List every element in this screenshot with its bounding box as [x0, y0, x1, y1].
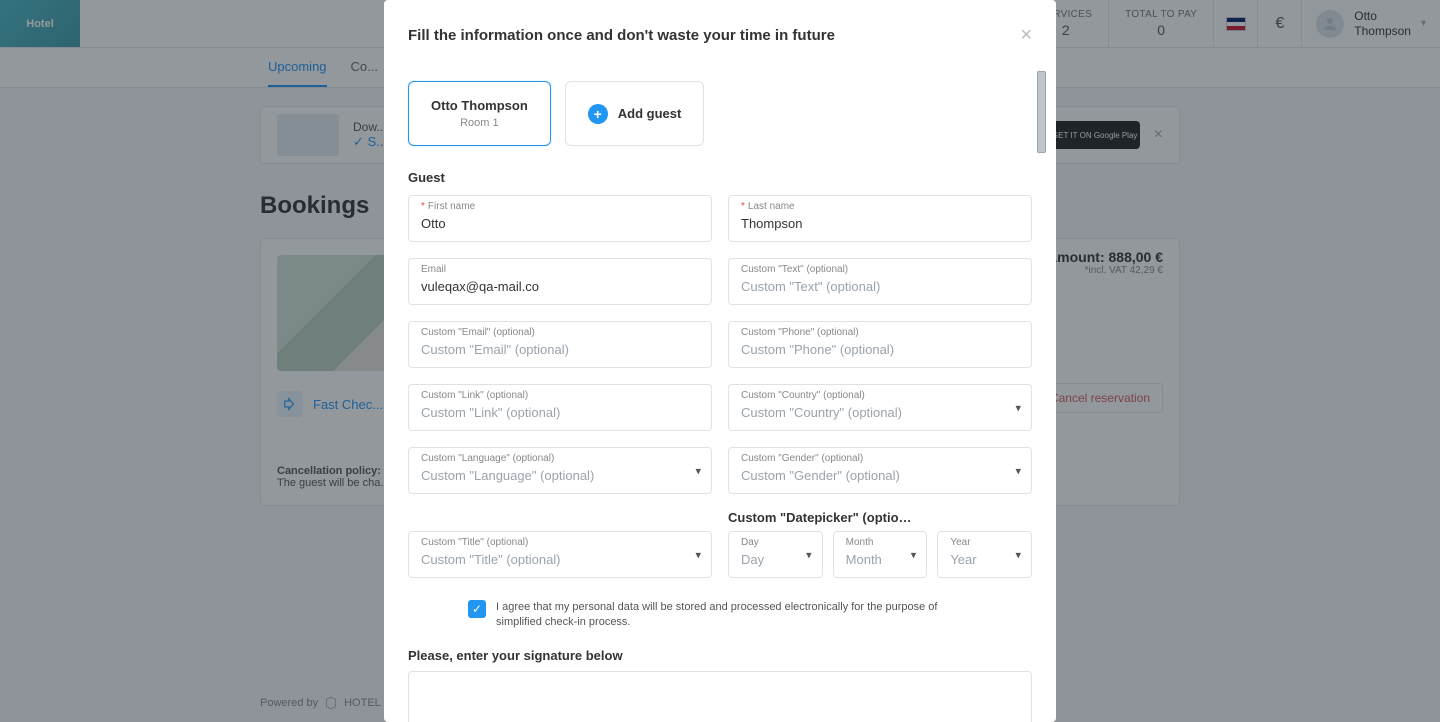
datepicker-label: Custom "Datepicker" (optio…	[728, 510, 1032, 525]
signature-label: Please, enter your signature below	[408, 648, 1032, 663]
email-input[interactable]	[421, 279, 699, 294]
guest-info-modal: Fill the information once and don't wast…	[384, 0, 1056, 722]
custom-link-field[interactable]: Custom "Link" (optional)	[408, 384, 712, 431]
month-field[interactable]: Month	[833, 531, 928, 578]
scrollbar[interactable]	[1037, 71, 1046, 153]
consent-text: I agree that my personal data will be st…	[496, 600, 972, 630]
first-name-field[interactable]: *First name	[408, 195, 712, 242]
custom-language-field[interactable]: Custom "Language" (optional)	[408, 447, 712, 494]
custom-title-select[interactable]	[421, 552, 699, 567]
custom-email-input[interactable]	[421, 342, 699, 357]
guest-form: *First name *Last name Email Custom "Tex…	[408, 195, 1032, 578]
year-field[interactable]: Year	[937, 531, 1032, 578]
custom-gender-select[interactable]	[741, 468, 1019, 483]
modal-title: Fill the information once and don't wast…	[408, 27, 835, 44]
add-guest-button[interactable]: + Add guest	[565, 81, 705, 146]
guest-tab-name: Otto Thompson	[431, 98, 528, 113]
guest-tab-room: Room 1	[431, 117, 528, 129]
first-name-input[interactable]	[421, 216, 699, 231]
modal-header: Fill the information once and don't wast…	[384, 0, 1056, 63]
custom-link-input[interactable]	[421, 405, 699, 420]
plus-icon: +	[588, 104, 608, 124]
custom-title-field[interactable]: Custom "Title" (optional)	[408, 531, 712, 578]
custom-gender-field[interactable]: Custom "Gender" (optional)	[728, 447, 1032, 494]
custom-country-select[interactable]	[741, 405, 1019, 420]
day-field[interactable]: Day	[728, 531, 823, 578]
email-field[interactable]: Email	[408, 258, 712, 305]
consent-row: ✓ I agree that my personal data will be …	[408, 600, 1032, 630]
close-icon[interactable]: ×	[1020, 24, 1032, 47]
custom-language-select[interactable]	[421, 468, 699, 483]
custom-email-field[interactable]: Custom "Email" (optional)	[408, 321, 712, 368]
custom-text-field[interactable]: Custom "Text" (optional)	[728, 258, 1032, 305]
guest-tab-1[interactable]: Otto Thompson Room 1	[408, 81, 551, 146]
modal-body: Otto Thompson Room 1 + Add guest Guest *…	[384, 63, 1056, 722]
guest-tabs: Otto Thompson Room 1 + Add guest	[408, 81, 1032, 146]
custom-phone-field[interactable]: Custom "Phone" (optional)	[728, 321, 1032, 368]
custom-text-input[interactable]	[741, 279, 1019, 294]
consent-checkbox[interactable]: ✓	[468, 600, 486, 618]
day-select[interactable]	[741, 552, 810, 567]
signature-pad[interactable]	[408, 671, 1032, 722]
last-name-input[interactable]	[741, 216, 1019, 231]
custom-country-field[interactable]: Custom "Country" (optional)	[728, 384, 1032, 431]
datepicker-section: Custom "Datepicker" (optio… Day Month Ye…	[728, 510, 1032, 578]
custom-phone-input[interactable]	[741, 342, 1019, 357]
year-select[interactable]	[950, 552, 1019, 567]
last-name-field[interactable]: *Last name	[728, 195, 1032, 242]
section-guest-label: Guest	[408, 170, 1032, 185]
month-select[interactable]	[846, 552, 915, 567]
modal-overlay[interactable]: Fill the information once and don't wast…	[0, 0, 1440, 722]
add-guest-label: Add guest	[618, 106, 682, 121]
